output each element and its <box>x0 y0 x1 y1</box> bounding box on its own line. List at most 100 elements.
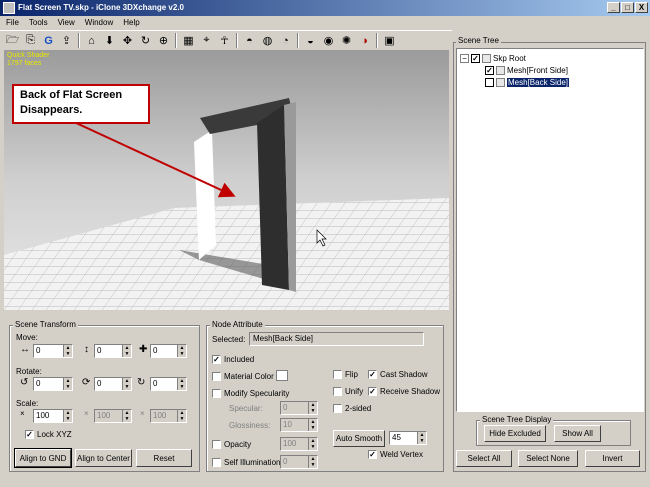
grid-icon[interactable]: ▦ <box>180 32 197 49</box>
pivot-icon[interactable]: ⊕ <box>155 32 172 49</box>
import-icon[interactable]: ⎘ <box>22 32 39 49</box>
material-color-swatch[interactable] <box>276 370 288 381</box>
align-to-center-button[interactable]: Align to Center <box>75 449 132 467</box>
menu-help[interactable]: Help <box>123 16 139 29</box>
show-all-button[interactable]: Show All <box>554 425 601 442</box>
menu-view[interactable]: View <box>58 16 75 29</box>
lock-xyz-checkbox[interactable]: ✓ <box>25 430 34 439</box>
two-sided-checkbox[interactable] <box>333 404 342 413</box>
invert-button[interactable]: Invert <box>585 450 640 467</box>
toolbar: 🗁 ⎘ G ⇪ ⌂ ⬇ ✥ ↻ ⊕ ▦ ⌖ ☥ ◓ ◍ ◔ ◒ ◉ ✺ ◑ ▣ <box>0 30 452 50</box>
lock-xyz-label: Lock XYZ <box>37 430 72 439</box>
two-sided-label: 2-sided <box>345 404 372 413</box>
scale-y-icon: × <box>84 409 89 418</box>
rotate-label: Rotate: <box>16 367 42 376</box>
tree-node-front[interactable]: ✓ Mesh[Front Side] <box>485 65 568 76</box>
rotate-x-input[interactable]: 0 ▲ ▼ <box>33 377 73 391</box>
light-icon[interactable]: ✺ <box>338 32 355 49</box>
modify-specularity-checkbox[interactable] <box>212 389 221 398</box>
select-all-button[interactable]: Select All <box>456 450 512 467</box>
folder-icon <box>482 54 491 63</box>
rotate-y-input[interactable]: 0 ▲ ▼ <box>94 377 132 391</box>
annotation-callout: Back of Flat Screen Disappears. <box>12 84 150 124</box>
move-icon[interactable]: ✥ <box>119 32 136 49</box>
auto-smooth-input[interactable]: 45 ▲ ▼ <box>389 431 427 445</box>
sphere-icon[interactable]: ◓ <box>241 32 258 49</box>
front-checkbox[interactable]: ✓ <box>485 66 494 75</box>
weld-vertex-checkbox[interactable]: ✓ <box>368 450 377 459</box>
receive-shadow-label: Receive Shadow <box>380 387 441 396</box>
unify-checkbox[interactable] <box>333 387 342 396</box>
scale-z-input: 100 ▲ ▼ <box>150 409 187 423</box>
node-attribute-title: Node Attribute <box>210 320 265 329</box>
shader-icon[interactable]: ◒ <box>302 32 319 49</box>
menu-window[interactable]: Window <box>85 16 113 29</box>
rotate-z-icon: ↻ <box>137 377 146 388</box>
rotate-z-input[interactable]: 0 ▲ ▼ <box>150 377 187 391</box>
app-icon <box>3 2 15 14</box>
align-to-gnd-button[interactable]: Align to GND <box>14 448 72 468</box>
close-button[interactable]: X <box>635 2 648 13</box>
3d-viewport[interactable]: Quick Shader 1797 faces Back of Flat Scr… <box>4 50 449 310</box>
g-icon[interactable]: G <box>40 32 57 49</box>
save-icon[interactable]: ▣ <box>381 32 398 49</box>
pick-icon[interactable]: ⌖ <box>198 32 215 49</box>
move-x-icon: ↔ <box>20 344 30 355</box>
scene-tree-display-title: Scene Tree Display <box>480 415 554 424</box>
tv-frame-right <box>257 105 289 290</box>
camera-icon[interactable]: ◔ <box>277 32 294 49</box>
rotate-icon[interactable]: ↻ <box>137 32 154 49</box>
receive-shadow-checkbox[interactable]: ✓ <box>368 387 377 396</box>
self-illumination-label: Self Illumination <box>224 458 281 467</box>
down-arrow-icon[interactable]: ⬇ <box>101 32 118 49</box>
glossiness-input: 10 ▲ ▼ <box>280 418 318 432</box>
move-z-input[interactable]: 0 ▲ ▼ <box>150 344 187 358</box>
scale-x-input[interactable]: 100 ▲ ▼ <box>33 409 73 423</box>
move-label: Move: <box>16 333 38 342</box>
rotate-x-icon: ↺ <box>20 377 29 388</box>
maximize-button[interactable]: □ <box>621 2 634 13</box>
self-illumination-checkbox[interactable] <box>212 458 221 467</box>
tree-root[interactable]: − ✓ Skp Root <box>460 53 526 64</box>
back-checkbox[interactable] <box>485 78 494 87</box>
auto-smooth-button[interactable]: Auto Smooth <box>333 430 385 447</box>
selected-label: Selected: <box>212 335 246 344</box>
export-icon[interactable]: ⇪ <box>58 32 75 49</box>
included-checkbox[interactable]: ✓ <box>212 355 221 364</box>
root-checkbox[interactable]: ✓ <box>471 54 480 63</box>
menu-tools[interactable]: Tools <box>29 16 48 29</box>
flip-label: Flip <box>345 370 358 379</box>
reset-button[interactable]: Reset <box>136 449 192 467</box>
globe-icon[interactable]: ◍ <box>259 32 276 49</box>
included-label: Included <box>224 355 255 364</box>
glossiness-label: Glossiness: <box>229 421 271 430</box>
opacity-checkbox[interactable] <box>212 440 221 449</box>
color-icon[interactable]: ◑ <box>356 32 373 49</box>
bake-icon[interactable]: ◉ <box>320 32 337 49</box>
menu-bar: File Tools View Window Help <box>0 16 650 29</box>
home-icon[interactable]: ⌂ <box>83 32 100 49</box>
scene-tree[interactable]: − ✓ Skp Root ✓ Mesh[Front Side] Mesh[Bac… <box>456 48 644 412</box>
minimize-button[interactable]: _ <box>607 2 620 13</box>
scale-label: Scale: <box>16 399 39 408</box>
collapse-icon[interactable]: − <box>460 54 469 63</box>
scene-transform-title: Scene Transform <box>13 320 78 329</box>
flip-checkbox[interactable] <box>333 370 342 379</box>
move-y-icon: ↕ <box>84 344 89 355</box>
move-z-icon: ✚ <box>139 344 148 355</box>
self-illumination-input: 0 ▲ ▼ <box>280 455 318 469</box>
scale-z-icon: × <box>140 409 145 418</box>
open-icon[interactable]: 🗁 <box>4 32 21 49</box>
menu-file[interactable]: File <box>6 16 19 29</box>
move-x-input[interactable]: 0 ▲ ▼ <box>33 344 73 358</box>
select-none-button[interactable]: Select None <box>518 450 578 467</box>
move-y-input[interactable]: 0 ▲ ▼ <box>94 344 132 358</box>
material-color-label: Material Color <box>224 372 274 381</box>
person-icon[interactable]: ☥ <box>216 32 233 49</box>
tree-node-back[interactable]: Mesh[Back Side] <box>485 77 570 88</box>
specular-label: Specular: <box>229 404 263 413</box>
cast-shadow-checkbox[interactable]: ✓ <box>368 370 377 379</box>
hide-excluded-button[interactable]: Hide Excluded <box>484 425 546 442</box>
weld-vertex-label: Weld Vertex <box>380 450 423 459</box>
material-color-checkbox[interactable] <box>212 372 221 381</box>
